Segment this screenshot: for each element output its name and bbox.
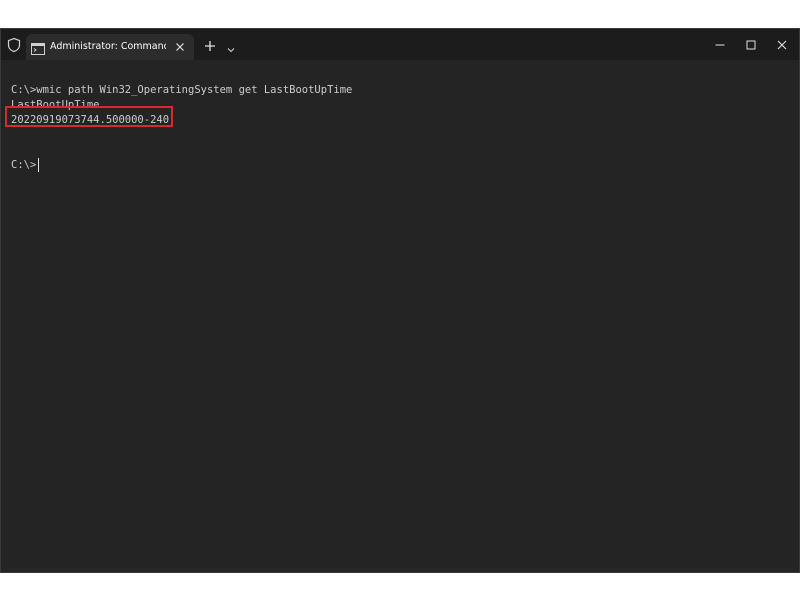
command-line: C:\>wmic path Win32_OperatingSystem get … xyxy=(11,84,353,96)
tab-command-prompt[interactable]: Administrator: Command Prom xyxy=(26,34,194,60)
close-window-button[interactable] xyxy=(772,35,792,55)
prompt-line: C:\> xyxy=(11,159,37,171)
title-bar[interactable]: Administrator: Command Prom xyxy=(1,29,799,60)
highlight-box xyxy=(5,106,173,127)
shield-icon xyxy=(6,37,22,53)
terminal-icon xyxy=(31,40,45,55)
console-output[interactable]: C:\>wmic path Win32_OperatingSystem get … xyxy=(1,60,799,572)
text-cursor xyxy=(38,158,39,172)
close-tab-button[interactable] xyxy=(173,39,187,53)
tab-title: Administrator: Command Prom xyxy=(50,41,166,52)
terminal-window: Administrator: Command Prom xyxy=(0,28,800,573)
minimize-button[interactable] xyxy=(710,35,730,55)
new-tab-button[interactable] xyxy=(203,38,217,52)
chevron-down-icon[interactable] xyxy=(226,40,236,53)
maximize-button[interactable] xyxy=(741,35,761,55)
